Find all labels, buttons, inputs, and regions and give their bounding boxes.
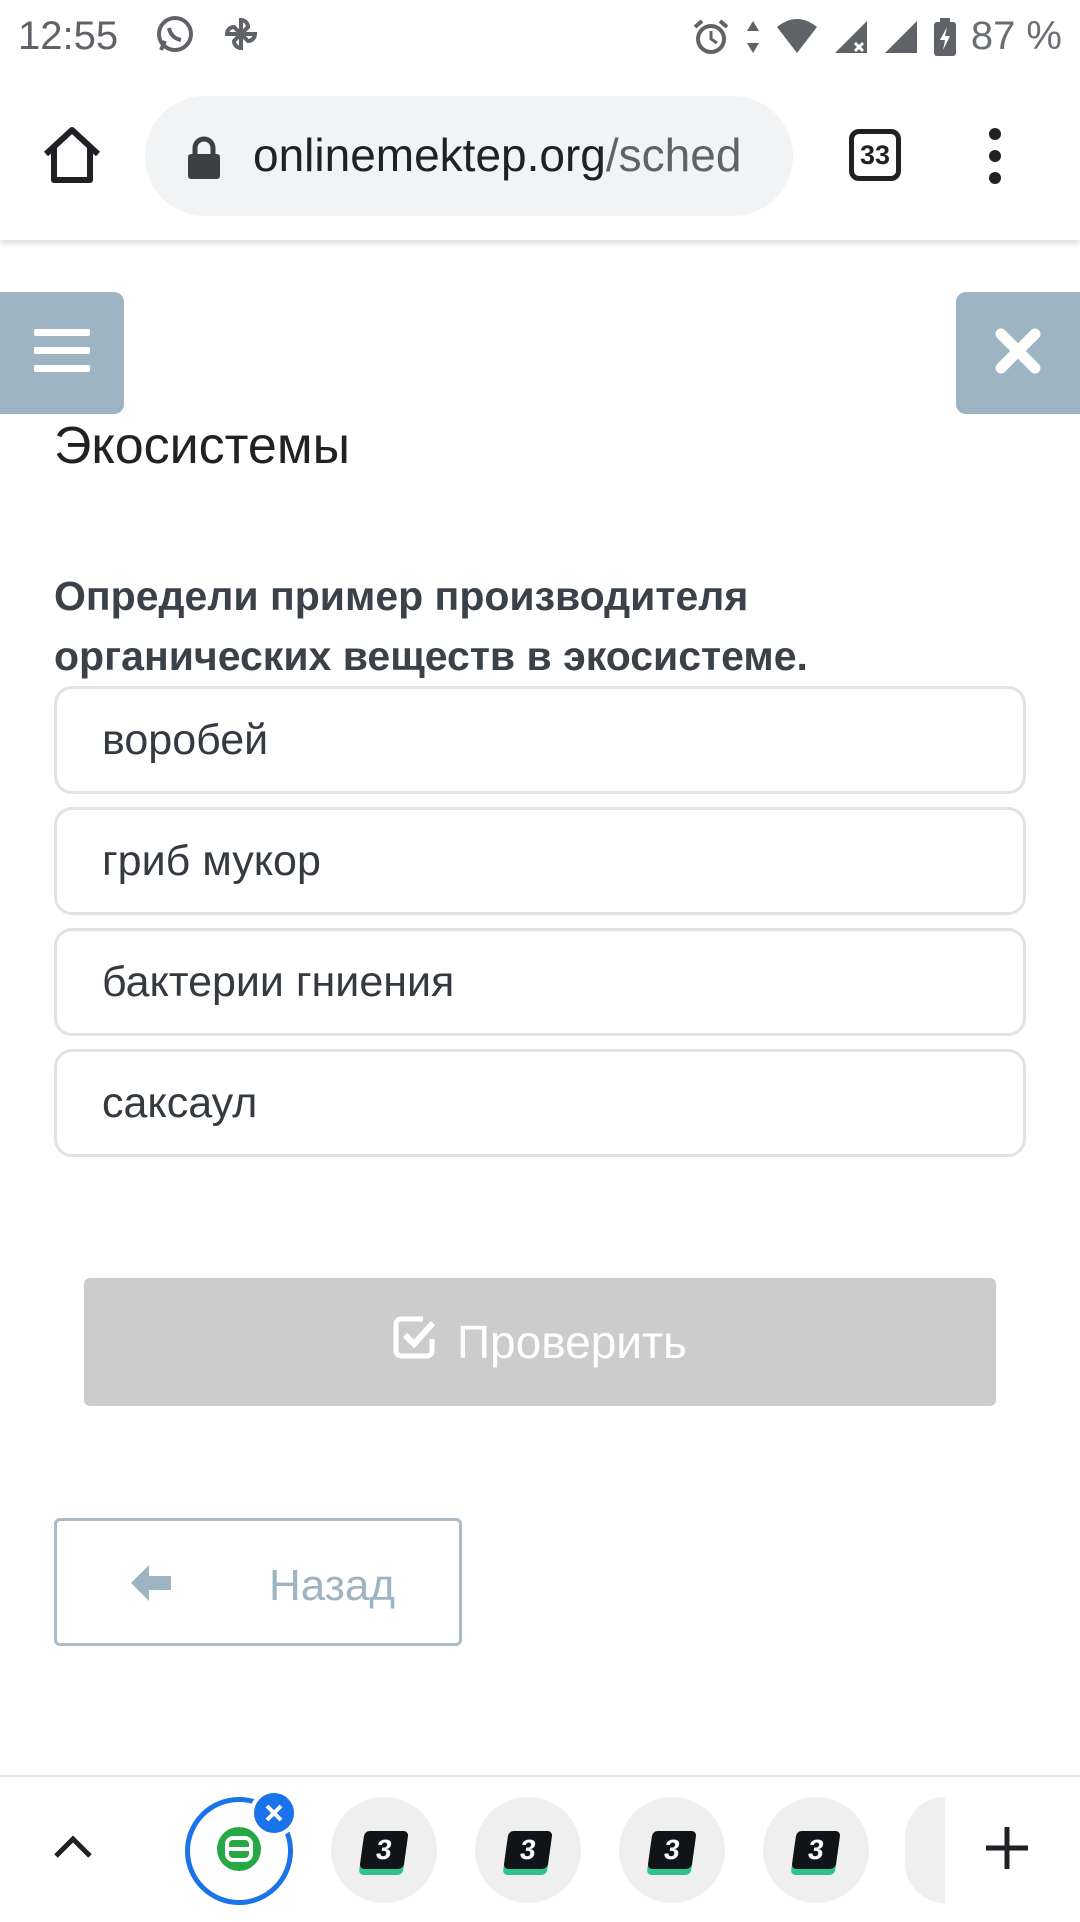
tab-close-icon[interactable]	[250, 1789, 298, 1837]
signal-x-icon	[833, 17, 869, 57]
tab-switcher-button[interactable]: 33	[849, 129, 901, 181]
plus-icon[interactable]	[984, 1825, 1030, 1876]
more-vert-icon[interactable]	[983, 124, 1007, 188]
chevron-up-icon[interactable]	[50, 1832, 96, 1867]
wifi-icon	[775, 17, 819, 57]
tab-count: 33	[859, 139, 891, 170]
favicon-label: 3	[662, 1834, 683, 1865]
favicon-label: 3	[518, 1834, 539, 1865]
favicon-label: 3	[806, 1834, 827, 1865]
lock-icon[interactable]	[187, 136, 221, 185]
status-bar: 12:55 87 %	[0, 0, 1080, 76]
status-time: 12:55	[18, 14, 119, 58]
battery-percent: 87 %	[970, 14, 1062, 58]
three-favicon: 3	[503, 1831, 553, 1869]
answer-option[interactable]: гриб мукор	[54, 807, 1026, 915]
three-favicon: 3	[359, 1831, 409, 1869]
lesson-title: Экосистемы	[54, 417, 350, 475]
tab-thumbnail-partial[interactable]	[905, 1797, 945, 1903]
hamburger-icon	[34, 327, 90, 380]
arrow-left-icon	[129, 1563, 173, 1608]
answer-option-label: гриб мукор	[102, 836, 321, 885]
alarm-icon	[691, 17, 731, 57]
tab-thumbnail[interactable]: 3	[331, 1797, 437, 1903]
answer-option-label: бактерии гниения	[102, 957, 455, 1006]
data-arrows-icon	[745, 17, 761, 57]
tab-thumbnail[interactable]: 3	[475, 1797, 581, 1903]
back-button[interactable]: Назад	[54, 1518, 462, 1646]
check-button-label: Проверить	[456, 1316, 688, 1368]
url-path: /sched	[605, 129, 742, 181]
answer-option[interactable]: бактерии гниения	[54, 928, 1026, 1036]
three-favicon: 3	[791, 1831, 841, 1869]
answer-option[interactable]: воробей	[54, 686, 1026, 794]
address-bar[interactable]: onlinemektep.org/sched	[145, 96, 793, 216]
three-favicon: 3	[647, 1831, 697, 1869]
favicon-label: 3	[374, 1834, 395, 1865]
home-icon[interactable]	[40, 124, 104, 188]
url-host: onlinemektep.org	[253, 129, 606, 181]
url-text[interactable]: onlinemektep.org/sched	[253, 128, 773, 182]
answer-option-label: саксаул	[102, 1078, 258, 1127]
green-b-favicon	[215, 1825, 263, 1878]
battery-icon	[933, 17, 957, 57]
check-button[interactable]: Проверить	[84, 1278, 996, 1406]
browser-toolbar: onlinemektep.org/sched 33	[0, 76, 1080, 240]
menu-button[interactable]	[0, 292, 124, 414]
answer-option[interactable]: саксаул	[54, 1049, 1026, 1157]
whatsapp-icon	[155, 14, 195, 54]
tab-thumbnail[interactable]: 3	[763, 1797, 869, 1903]
back-button-label: Назад	[269, 1561, 396, 1610]
question-text: Определи пример производителя органическ…	[54, 573, 808, 679]
tab-thumbnail[interactable]: 3	[619, 1797, 725, 1903]
signal-icon	[883, 17, 919, 57]
checkbox-checked-icon	[393, 1315, 437, 1370]
answer-option-label: воробей	[102, 715, 269, 764]
close-icon	[995, 328, 1041, 379]
close-button[interactable]	[956, 292, 1080, 414]
pinwheel-icon	[221, 14, 261, 54]
tab-strip: 3 3 3 3	[0, 1775, 1080, 1922]
answer-options: воробей гриб мукор бактерии гниения сакс…	[54, 686, 1026, 1170]
